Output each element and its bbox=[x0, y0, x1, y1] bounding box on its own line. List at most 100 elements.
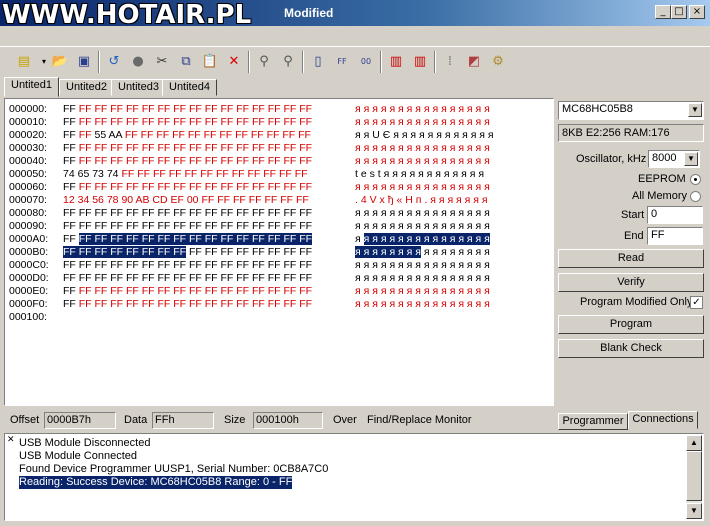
hex-byte[interactable]: FF bbox=[63, 259, 76, 271]
hex-byte[interactable]: FF bbox=[189, 246, 202, 258]
hex-byte[interactable]: FF bbox=[173, 298, 186, 310]
tab-connections[interactable]: Connections bbox=[628, 411, 698, 429]
ascii-char[interactable]: я bbox=[484, 116, 490, 128]
find-replace-monitor[interactable]: Find/Replace Monitor bbox=[367, 414, 472, 426]
hex-byte[interactable]: FF bbox=[188, 129, 201, 141]
hex-byte[interactable]: FF bbox=[220, 233, 234, 245]
hex-byte[interactable]: FF bbox=[284, 259, 297, 271]
hex-byte[interactable]: FF bbox=[219, 129, 232, 141]
hex-byte[interactable]: FF bbox=[284, 142, 297, 154]
hex-byte[interactable]: FF bbox=[221, 246, 234, 258]
hex-byte[interactable]: FF bbox=[173, 116, 186, 128]
hex-byte[interactable]: AA bbox=[109, 129, 122, 141]
hex-byte[interactable]: FF bbox=[299, 246, 312, 258]
hex-byte[interactable]: FF bbox=[205, 246, 218, 258]
hex-byte[interactable]: FF bbox=[110, 285, 123, 297]
hex-bytes[interactable]: 74 65 73 74 FF FF FF FF FF FF FF FF FF F… bbox=[63, 168, 353, 181]
hex-byte[interactable]: FF bbox=[299, 285, 312, 297]
hex-byte[interactable]: FF bbox=[189, 259, 202, 271]
hex-byte[interactable]: 00 bbox=[187, 194, 199, 206]
log-scrollbar[interactable]: ▲ ▼ bbox=[686, 435, 702, 519]
hex-bytes[interactable]: FF FF FF FF FF FF FF FF FF FF FF FF FF F… bbox=[63, 142, 353, 155]
hex-bytes[interactable]: FF FF FF FF FF FF FF FF FF FF FF FF FF F… bbox=[63, 259, 353, 272]
find-icon[interactable]: ⚲ bbox=[254, 51, 274, 71]
grid-icon[interactable]: ⁞ bbox=[440, 51, 460, 71]
copy-icon[interactable]: ⧉ bbox=[176, 51, 196, 71]
hex-bytes[interactable]: FF FF FF FF FF FF FF FF FF FF FF FF FF F… bbox=[63, 220, 353, 233]
device-select[interactable]: MC68HC05B8 ▼ bbox=[558, 101, 704, 120]
hex-byte[interactable]: 73 bbox=[92, 168, 104, 180]
hex-byte[interactable]: FF bbox=[173, 285, 186, 297]
hex-byte[interactable]: FF bbox=[299, 207, 312, 219]
hex-byte[interactable]: FF bbox=[121, 168, 134, 180]
hex-byte[interactable]: FF bbox=[233, 194, 246, 206]
hex-byte[interactable]: FF bbox=[268, 246, 281, 258]
hex-byte[interactable]: FF bbox=[252, 246, 265, 258]
hex-byte[interactable]: FF bbox=[189, 272, 202, 284]
hex-byte[interactable]: FF bbox=[252, 181, 265, 193]
hex-byte[interactable]: 55 bbox=[95, 129, 107, 141]
hex-byte[interactable]: FF bbox=[110, 155, 123, 167]
hex-byte[interactable]: FF bbox=[264, 194, 277, 206]
hex-byte[interactable]: FF bbox=[173, 233, 187, 245]
hex-byte[interactable]: FF bbox=[95, 116, 108, 128]
hex-byte[interactable]: FF bbox=[299, 181, 312, 193]
delete-icon[interactable]: ✕ bbox=[224, 51, 244, 71]
hex-byte[interactable]: FF bbox=[236, 103, 249, 115]
hex-byte[interactable]: FF bbox=[79, 142, 92, 154]
maximize-button[interactable]: □ bbox=[671, 5, 687, 19]
ascii-char[interactable]: я bbox=[466, 233, 473, 245]
hex-byte[interactable]: FF bbox=[236, 220, 249, 232]
hex-byte[interactable]: FF bbox=[158, 272, 171, 284]
hex-byte[interactable]: FF bbox=[299, 272, 312, 284]
hex-byte[interactable]: FF bbox=[221, 220, 234, 232]
hex-byte[interactable]: FF bbox=[158, 116, 171, 128]
hex-byte[interactable]: FF bbox=[110, 233, 124, 245]
hex-byte[interactable]: FF bbox=[252, 272, 265, 284]
ascii-char[interactable]: я bbox=[355, 246, 361, 258]
replace-icon[interactable]: ⚲ bbox=[278, 51, 298, 71]
ascii-chars[interactable]: я я я я я я я я я я я я я я я я bbox=[355, 116, 535, 129]
hex-byte[interactable]: FF bbox=[280, 194, 293, 206]
hex-byte[interactable]: FF bbox=[63, 207, 76, 219]
tab-programmer[interactable]: Programmer bbox=[558, 413, 628, 430]
eraser-icon[interactable]: ◩ bbox=[464, 51, 484, 71]
hex-byte[interactable]: FF bbox=[205, 181, 218, 193]
hex-byte[interactable]: FF bbox=[189, 298, 202, 310]
hex-byte[interactable]: FF bbox=[299, 155, 312, 167]
hex-byte[interactable]: FF bbox=[110, 103, 123, 115]
hex-byte[interactable]: FF bbox=[236, 181, 249, 193]
ascii-chars[interactable]: я я я я я я я я я я я я я я я я bbox=[355, 220, 535, 233]
hex-byte[interactable]: FF bbox=[158, 142, 171, 154]
hex-byte[interactable]: FF bbox=[235, 129, 248, 141]
hex-byte[interactable]: 34 bbox=[78, 194, 90, 206]
ascii-char[interactable]: я bbox=[484, 155, 490, 167]
hex-byte[interactable]: FF bbox=[126, 298, 139, 310]
hex-byte[interactable]: FF bbox=[236, 233, 250, 245]
ascii-char[interactable]: я bbox=[484, 181, 490, 193]
hex-byte[interactable]: FF bbox=[79, 181, 92, 193]
hex-byte[interactable]: FF bbox=[110, 207, 123, 219]
hex-byte[interactable]: FF bbox=[110, 116, 123, 128]
hex-bytes[interactable]: FF FF FF FF FF FF FF FF FF FF FF FF FF F… bbox=[63, 181, 353, 194]
ascii-char[interactable]: я bbox=[484, 298, 490, 310]
hex-byte[interactable]: FF bbox=[141, 233, 155, 245]
hex-byte[interactable]: FF bbox=[142, 272, 155, 284]
hex-byte[interactable]: FF bbox=[268, 298, 281, 310]
hex-byte[interactable]: FF bbox=[95, 298, 108, 310]
hex-bytes[interactable]: FF FF FF FF FF FF FF FF FF FF FF FF FF F… bbox=[63, 298, 353, 311]
hex-byte[interactable]: FF bbox=[299, 103, 312, 115]
hex-bytes[interactable]: FF FF FF FF FF FF FF FF FF FF FF FF FF F… bbox=[63, 246, 353, 259]
save-icon[interactable]: ▣ bbox=[74, 51, 94, 71]
ascii-char[interactable]: я bbox=[484, 142, 490, 154]
oscillator-select[interactable]: 8000 ▼ bbox=[648, 150, 700, 168]
hex-byte[interactable]: FF bbox=[63, 298, 76, 310]
hex-byte[interactable]: FF bbox=[268, 272, 281, 284]
ascii-chars[interactable]: я я я я я я я я я я я я я я я я bbox=[355, 207, 535, 220]
hex-byte[interactable]: FF bbox=[63, 246, 76, 258]
ascii-char[interactable]: я bbox=[484, 285, 490, 297]
minimize-button[interactable]: _ bbox=[655, 5, 671, 19]
hex-byte[interactable]: FF bbox=[110, 259, 123, 271]
chevron-down-icon[interactable]: ▼ bbox=[688, 103, 702, 117]
hex-byte[interactable]: FF bbox=[173, 142, 186, 154]
